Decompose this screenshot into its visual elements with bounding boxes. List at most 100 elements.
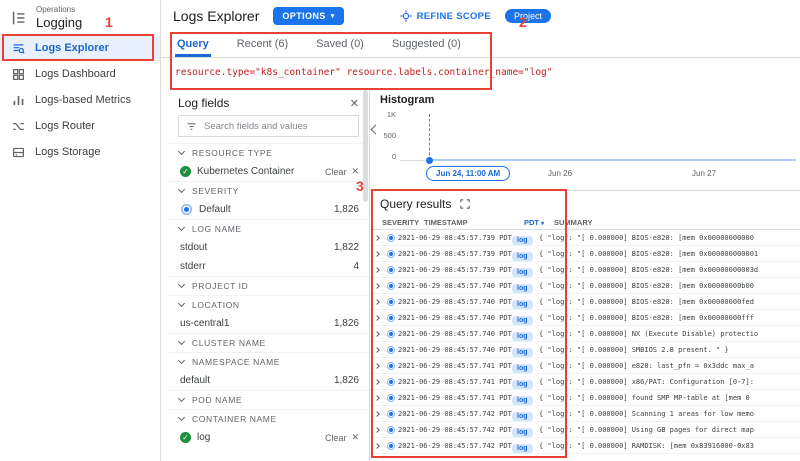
log-row[interactable]: 2021-06-29 08:45:57.742 PDT log { "log":… xyxy=(370,438,800,454)
expand-row-icon[interactable] xyxy=(370,364,384,368)
section-project-id[interactable]: PROJECT ID xyxy=(168,276,369,295)
section-namespace-name[interactable]: NAMESPACE NAME xyxy=(168,352,369,371)
y-axis-tick: 1K xyxy=(374,110,396,119)
time-marker-pill[interactable]: Jun 24, 11:00 AM xyxy=(426,166,510,181)
severity-icon xyxy=(384,268,398,272)
chevron-down-icon xyxy=(178,395,185,402)
field-value-log-container[interactable]: ✓ log Clear ✕ xyxy=(168,428,369,447)
section-container-name[interactable]: CONTAINER NAME xyxy=(168,409,369,428)
expand-row-icon[interactable] xyxy=(370,268,384,272)
options-button[interactable]: OPTIONS ▾ xyxy=(273,7,343,25)
log-row[interactable]: 2021-06-29 08:45:57.739 PDT log { "log":… xyxy=(370,262,800,278)
field-value-default-severity[interactable]: Default 1,826 xyxy=(168,200,369,219)
log-timestamp: 2021-06-29 08:45:57.741 PDT xyxy=(398,394,512,402)
log-chip[interactable]: log xyxy=(512,437,539,455)
log-row[interactable]: 2021-06-29 08:45:57.741 PDT log { "log":… xyxy=(370,390,800,406)
clear-filter-button[interactable]: Clear ✕ xyxy=(325,432,359,443)
chevron-down-icon xyxy=(178,148,185,155)
section-log-name[interactable]: LOG NAME xyxy=(168,219,369,238)
chevron-down-icon xyxy=(178,414,185,421)
field-value-default-namespace[interactable]: default 1,826 xyxy=(168,371,369,390)
expand-row-icon[interactable] xyxy=(370,300,384,304)
dashboard-icon xyxy=(12,68,25,81)
field-value-kubernetes-container[interactable]: ✓ Kubernetes Container Clear ✕ xyxy=(168,162,369,181)
sidebar-item-logs-router[interactable]: Logs Router xyxy=(0,113,160,139)
filter-icon xyxy=(186,121,197,132)
close-icon[interactable]: ✕ xyxy=(350,97,359,110)
search-fields-input[interactable] xyxy=(204,121,351,132)
severity-icon xyxy=(384,252,398,256)
log-row[interactable]: 2021-06-29 08:45:57.740 PDT log { "log":… xyxy=(370,278,800,294)
section-severity[interactable]: SEVERITY xyxy=(168,181,369,200)
chevron-down-icon xyxy=(178,281,185,288)
log-timestamp: 2021-06-29 08:45:57.740 PDT xyxy=(398,282,512,290)
refine-scope-button[interactable]: REFINE SCOPE xyxy=(400,10,491,22)
logs-explorer-icon xyxy=(12,42,25,55)
project-scope-badge[interactable]: Project xyxy=(505,9,551,23)
field-value-stdout[interactable]: stdout 1,822 xyxy=(168,238,369,257)
timezone-selector[interactable]: PDT ▾ xyxy=(524,218,554,227)
expand-row-icon[interactable] xyxy=(370,236,384,240)
expand-row-icon[interactable] xyxy=(370,444,384,448)
section-pod-name[interactable]: POD NAME xyxy=(168,390,369,409)
tab-suggested[interactable]: Suggested (0) xyxy=(390,33,463,57)
log-row[interactable]: 2021-06-29 08:45:57.739 PDT log { "log":… xyxy=(370,246,800,262)
expand-row-icon[interactable] xyxy=(370,348,384,352)
sidebar-item-label: Logs Explorer xyxy=(35,42,109,54)
clear-filter-button[interactable]: Clear ✕ xyxy=(325,166,359,177)
expand-row-icon[interactable] xyxy=(370,332,384,336)
section-location[interactable]: LOCATION xyxy=(168,295,369,314)
log-row[interactable]: 2021-06-29 08:45:57.740 PDT log { "log":… xyxy=(370,342,800,358)
expand-row-icon[interactable] xyxy=(370,412,384,416)
sidebar-item-logs-explorer[interactable]: Logs Explorer xyxy=(0,35,160,61)
severity-icon xyxy=(384,444,398,448)
expand-row-icon[interactable] xyxy=(370,428,384,432)
tab-recent[interactable]: Recent (6) xyxy=(235,33,290,57)
log-timestamp: 2021-06-29 08:45:57.742 PDT xyxy=(398,442,512,450)
section-resource-type[interactable]: RESOURCE TYPE xyxy=(168,143,369,162)
log-row[interactable]: 2021-06-29 08:45:57.740 PDT log { "log":… xyxy=(370,294,800,310)
tab-query[interactable]: Query xyxy=(175,33,211,57)
chevron-down-icon xyxy=(178,357,185,364)
right-pane: Histogram 1K 500 0 Jun 24, 11:00 AM Jun … xyxy=(370,88,800,461)
query-editor[interactable]: resource.type="k8s_container" resource.l… xyxy=(161,58,800,88)
log-row[interactable]: 2021-06-29 08:45:57.742 PDT log { "log":… xyxy=(370,422,800,438)
column-summary: SUMMARY xyxy=(554,218,800,227)
section-cluster-name[interactable]: CLUSTER NAME xyxy=(168,333,369,352)
sidebar-item-logs-based-metrics[interactable]: Logs-based Metrics xyxy=(0,87,160,113)
log-row[interactable]: 2021-06-29 08:45:57.741 PDT log { "log":… xyxy=(370,358,800,374)
log-row[interactable]: 2021-06-29 08:45:57.740 PDT log { "log":… xyxy=(370,310,800,326)
field-value-stderr[interactable]: stderr 4 xyxy=(168,257,369,276)
page-title: Logs Explorer xyxy=(173,8,259,24)
expand-row-icon[interactable] xyxy=(370,316,384,320)
histogram-time-cursor[interactable] xyxy=(429,114,430,160)
log-row[interactable]: 2021-06-29 08:45:57.741 PDT log { "log":… xyxy=(370,374,800,390)
log-timestamp: 2021-06-29 08:45:57.741 PDT xyxy=(398,362,512,370)
field-value-us-central1[interactable]: us-central1 1,826 xyxy=(168,314,369,333)
severity-icon xyxy=(384,236,398,240)
log-row[interactable]: 2021-06-29 08:45:57.739 PDT log { "log":… xyxy=(370,230,800,246)
field-count: 4 xyxy=(353,261,359,272)
log-fields-search[interactable] xyxy=(178,115,359,137)
log-fields-scrollbar[interactable] xyxy=(363,90,368,202)
histogram-data-point[interactable] xyxy=(426,157,433,164)
log-row[interactable]: 2021-06-29 08:45:57.742 PDT log { "log":… xyxy=(370,406,800,422)
log-summary: { "log": "[ 0.000000] BIOS-e820: [mem 0x… xyxy=(539,250,800,258)
log-fields-header: Log fields ✕ xyxy=(168,88,369,115)
expand-row-icon[interactable] xyxy=(370,252,384,256)
tab-saved[interactable]: Saved (0) xyxy=(314,33,366,57)
expand-row-icon[interactable] xyxy=(370,284,384,288)
sidebar-item-logs-storage[interactable]: Logs Storage xyxy=(0,139,160,165)
log-summary: { "log": "[ 0.000000] Using GB pages for… xyxy=(539,426,800,434)
expand-fullscreen-icon[interactable] xyxy=(460,199,470,209)
severity-icon xyxy=(384,332,398,336)
clear-x-icon: ✕ xyxy=(351,432,359,443)
log-row[interactable]: 2021-06-29 08:45:57.740 PDT log { "log":… xyxy=(370,326,800,342)
log-summary: { "log": "[ 0.000000] BIOS-e820: [mem 0x… xyxy=(539,314,800,322)
expand-row-icon[interactable] xyxy=(370,396,384,400)
expand-row-icon[interactable] xyxy=(370,380,384,384)
sidebar-item-logs-dashboard[interactable]: Logs Dashboard xyxy=(0,61,160,87)
x-axis-tick: Jun 27 xyxy=(692,169,716,178)
severity-icon xyxy=(384,284,398,288)
column-severity: SEVERITY xyxy=(382,218,424,227)
